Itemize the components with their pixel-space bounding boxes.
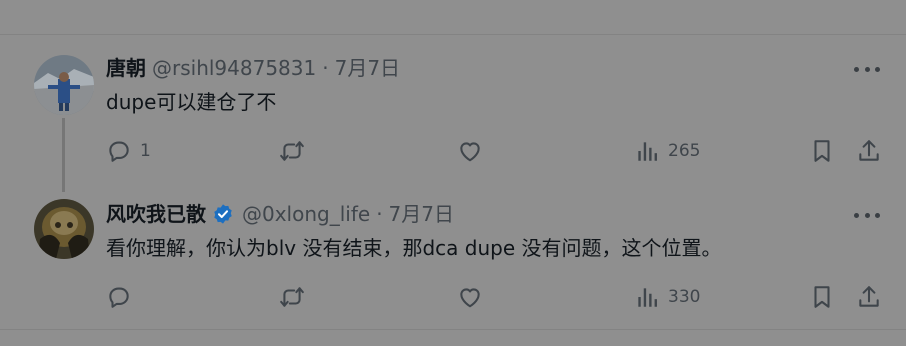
bottom-divider: [0, 329, 906, 330]
tweet-actions: 330: [0, 282, 906, 312]
views-count: 265: [668, 141, 701, 161]
reply-icon: [109, 287, 129, 308]
verified-badge-icon[interactable]: [212, 203, 234, 225]
reply-icon: [109, 141, 129, 162]
views-button[interactable]: 330: [634, 282, 700, 312]
retweet-button[interactable]: [279, 136, 313, 166]
heart-icon: [460, 288, 480, 308]
retweet-icon: [280, 287, 304, 307]
top-divider: [0, 34, 906, 35]
tweet-date[interactable]: 7月7日: [335, 55, 400, 81]
tweet-text: 看你理解，你认为blv 没有结束，那dca dupe 没有问题，这个位置。: [106, 236, 722, 260]
avatar[interactable]: [34, 55, 94, 115]
more-icon[interactable]: [854, 59, 880, 79]
display-name[interactable]: 风吹我已散: [106, 201, 206, 227]
avatar[interactable]: [34, 199, 94, 259]
heart-icon: [460, 142, 480, 162]
bookmark-button[interactable]: [809, 282, 835, 312]
share-button[interactable]: [856, 136, 882, 166]
bookmark-icon: [814, 140, 830, 162]
user-handle[interactable]: @rsihl94875831: [152, 55, 316, 81]
retweet-button[interactable]: [279, 282, 313, 312]
separator: ·: [322, 56, 329, 80]
reply-count: 1: [140, 141, 151, 161]
user-handle[interactable]: @0xlong_life: [242, 201, 370, 227]
views-count: 330: [668, 287, 701, 307]
tweet-header: 风吹我已散 @0xlong_life · 7月7日: [106, 201, 454, 227]
share-icon: [859, 286, 879, 307]
views-button[interactable]: 265: [634, 136, 700, 166]
retweet-icon: [280, 141, 304, 161]
reply-button[interactable]: 1: [106, 136, 151, 166]
tweet-date[interactable]: 7月7日: [389, 201, 454, 227]
reply-button[interactable]: [106, 282, 140, 312]
thread-line: [62, 118, 65, 192]
bookmark-button[interactable]: [809, 136, 835, 166]
bookmark-icon: [814, 286, 830, 308]
tweet-text: dupe可以建仓了不: [106, 90, 277, 114]
views-chart-icon: [638, 142, 657, 161]
tweet-header: 唐朝 @rsihl94875831 · 7月7日: [106, 55, 400, 81]
share-button[interactable]: [856, 282, 882, 312]
display-name[interactable]: 唐朝: [106, 55, 146, 81]
tweet-actions: 1 265: [0, 136, 906, 166]
like-button[interactable]: [457, 282, 491, 312]
share-icon: [859, 140, 879, 161]
more-icon[interactable]: [854, 205, 880, 225]
views-chart-icon: [638, 288, 657, 307]
separator: ·: [376, 202, 383, 226]
like-button[interactable]: [457, 136, 491, 166]
